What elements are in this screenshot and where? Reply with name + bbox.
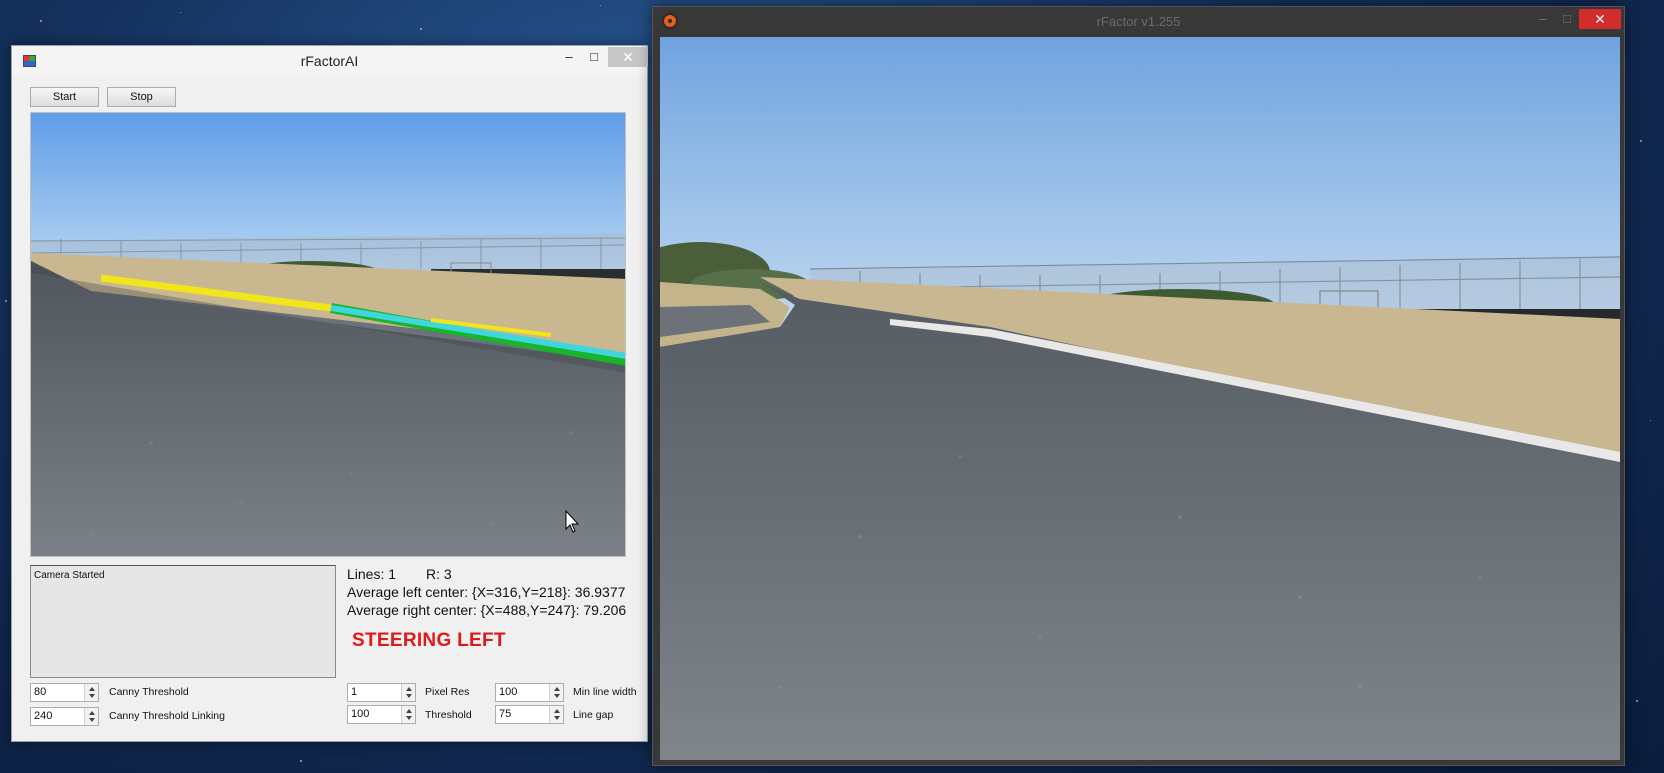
avg-left-center: Average left center: {X=316,Y=218}: 36.9…: [347, 584, 626, 600]
line-gap-value: 75: [499, 708, 512, 720]
stepper-arrows[interactable]: [549, 684, 563, 701]
close-button[interactable]: ✕: [1579, 9, 1621, 29]
stats-lines-row: Lines: 1 R: 3: [347, 566, 626, 584]
log-textbox[interactable]: Camera Started: [30, 565, 336, 678]
game-viewport[interactable]: [660, 37, 1620, 760]
stop-button[interactable]: Stop: [107, 87, 176, 107]
camera-feed: [30, 112, 626, 557]
minimize-button[interactable]: –: [1531, 9, 1555, 29]
stepper-arrows[interactable]: [549, 706, 563, 723]
canny-threshold-linking-label: Canny Threshold Linking: [109, 710, 225, 722]
rfactor-game-window: rFactor v1.255 – □ ✕: [652, 6, 1625, 766]
stepper-arrows[interactable]: [84, 708, 98, 725]
r-value: R: 3: [426, 566, 452, 582]
minimize-button[interactable]: –: [557, 47, 581, 67]
maximize-button[interactable]: □: [1555, 9, 1579, 29]
canny-threshold-value: 80: [34, 686, 47, 698]
race-track-scene: [660, 37, 1620, 760]
canny-threshold-linking-value: 240: [34, 710, 53, 722]
title-bar[interactable]: rFactorAI – □ ✕: [12, 46, 648, 76]
steering-status: STEERING LEFT: [352, 630, 506, 651]
line-gap-label: Line gap: [573, 709, 614, 721]
pixel-res-stepper[interactable]: 1: [347, 683, 416, 702]
lines-count: Lines: 1: [347, 566, 397, 582]
min-line-width-stepper[interactable]: 100: [495, 683, 564, 702]
threshold-label: Threshold: [425, 709, 472, 721]
canny-threshold-stepper[interactable]: 80: [30, 683, 99, 702]
stepper-arrows[interactable]: [401, 706, 415, 723]
maximize-button[interactable]: □: [582, 47, 606, 67]
stepper-arrows[interactable]: [401, 684, 415, 701]
canny-threshold-label: Canny Threshold: [109, 686, 189, 698]
camera-feed-image: [31, 113, 625, 556]
window-title: rFactor v1.255: [1096, 14, 1181, 29]
rfactor-ai-window: rFactorAI – □ ✕ Start Stop Camera Starte…: [11, 45, 648, 742]
line-gap-stepper[interactable]: 75: [495, 705, 564, 724]
close-button[interactable]: ✕: [608, 47, 648, 67]
window-title: rFactorAI: [300, 53, 359, 69]
threshold-stepper[interactable]: 100: [347, 705, 416, 724]
pixel-res-label: Pixel Res: [425, 686, 470, 698]
pixel-res-value: 1: [351, 686, 358, 698]
threshold-value: 100: [351, 708, 370, 720]
min-line-width-label: Min line width: [573, 686, 637, 698]
canny-threshold-linking-stepper[interactable]: 240: [30, 707, 99, 726]
stats-panel: Lines: 1 R: 3 Average left center: {X=316…: [347, 566, 626, 620]
min-line-width-value: 100: [499, 686, 518, 698]
avg-right-center: Average right center: {X=488,Y=247}: 79.…: [347, 602, 627, 618]
log-text: Camera Started: [34, 570, 105, 581]
stepper-arrows[interactable]: [84, 684, 98, 701]
start-button[interactable]: Start: [30, 87, 99, 107]
